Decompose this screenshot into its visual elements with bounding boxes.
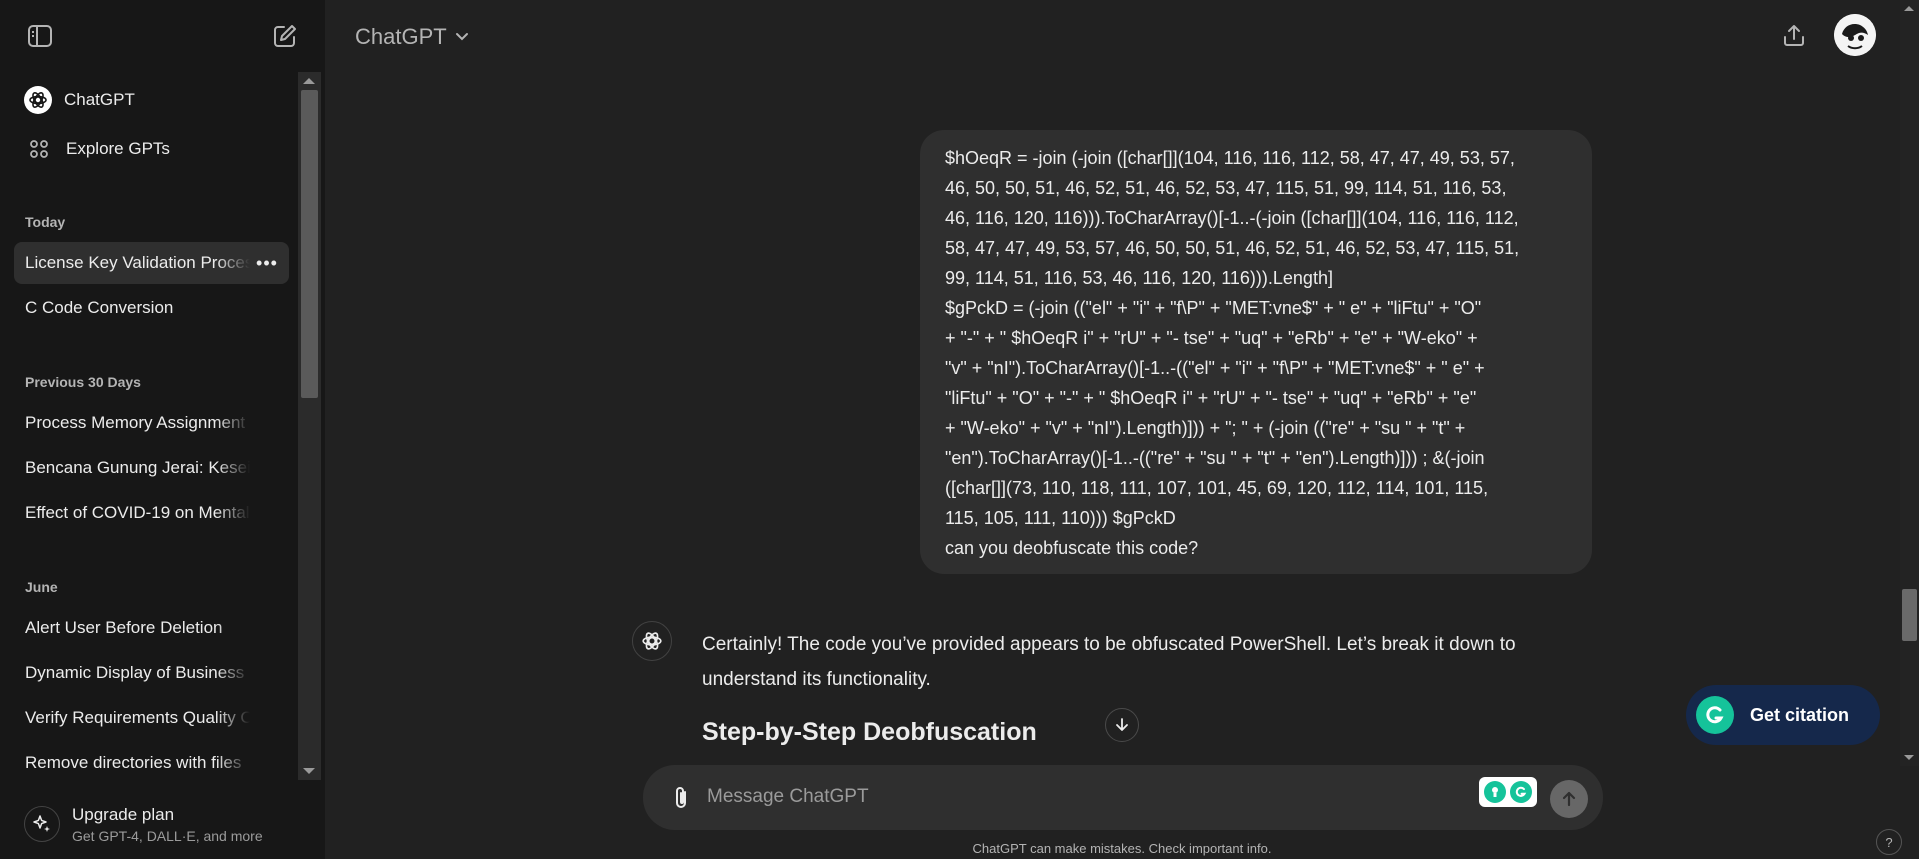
user-avatar-icon xyxy=(1834,14,1876,56)
chat-item-label: Dynamic Display of Business Card xyxy=(25,663,250,682)
scroll-up-arrow-icon[interactable] xyxy=(1904,6,1914,11)
chevron-down-icon xyxy=(455,33,468,41)
chat-item[interactable]: License Key Validation Process ••• xyxy=(14,242,289,284)
grammarly-widget[interactable] xyxy=(1479,777,1537,807)
message-input[interactable] xyxy=(707,779,1467,815)
scrollbar-thumb[interactable] xyxy=(1902,589,1917,641)
grid-icon xyxy=(24,134,54,164)
section-title-june: June xyxy=(25,579,58,595)
chat-item-label: Remove directories with files xyxy=(25,753,242,772)
sparkle-icon xyxy=(24,806,60,842)
model-selector[interactable]: ChatGPT xyxy=(345,20,479,54)
assistant-message-text: Certainly! The code you’ve provided appe… xyxy=(702,634,1516,690)
arrow-up-icon xyxy=(1562,791,1576,807)
send-button[interactable] xyxy=(1550,780,1588,818)
sidebar-item-label: Explore GPTs xyxy=(66,139,170,158)
sidebar-item-label: ChatGPT xyxy=(64,90,135,109)
disclaimer: ChatGPT can make mistakes. Check importa… xyxy=(972,841,1272,856)
more-options-icon[interactable]: ••• xyxy=(255,251,279,275)
share-icon xyxy=(1784,25,1804,46)
model-name: ChatGPT xyxy=(355,24,447,49)
chat-item[interactable]: Process Memory Assignment xyxy=(14,402,289,444)
scroll-down-arrow-icon[interactable] xyxy=(303,768,315,774)
paperclip-icon xyxy=(676,787,686,808)
scroll-up-arrow-icon[interactable] xyxy=(303,78,315,84)
toggle-sidebar-button[interactable] xyxy=(24,20,56,52)
chat-item[interactable]: Verify Requirements Quality Checklist xyxy=(14,697,289,739)
user-message: $hOeqR = -join (-join ([char[]](104, 116… xyxy=(920,130,1592,574)
section-title-today: Today xyxy=(25,214,66,230)
chat-item[interactable]: C Code Conversion xyxy=(14,287,289,329)
chat-item-label: Bencana Gunung Jerai: Keseimbangan xyxy=(25,458,250,477)
get-citation-label: Get citation xyxy=(1750,704,1850,725)
chat-item[interactable]: Effect of COVID-19 on Mental Health xyxy=(14,492,289,534)
chat-item-label: Alert User Before Deletion xyxy=(25,618,223,637)
chat-item[interactable]: Bencana Gunung Jerai: Keseimbangan xyxy=(14,447,289,489)
sidebar-toggle-icon xyxy=(28,25,52,47)
attach-button[interactable] xyxy=(665,782,697,814)
scroll-to-bottom-button[interactable] xyxy=(1105,708,1139,742)
scrollbar-thumb[interactable] xyxy=(301,90,318,398)
edit-icon xyxy=(274,25,296,47)
chat-item-label: Verify Requirements Quality Checklist xyxy=(25,708,250,727)
chat-item-label: License Key Validation Process xyxy=(25,253,250,272)
arrow-down-icon xyxy=(1116,718,1128,731)
sidebar-scrollbar[interactable] xyxy=(298,72,321,780)
assistant-avatar xyxy=(632,621,672,661)
new-chat-button[interactable] xyxy=(269,20,301,52)
chat-item[interactable]: Alert User Before Deletion xyxy=(14,607,289,649)
chatgpt-logo-icon xyxy=(24,86,52,114)
sidebar-list: ChatGPT Explore GPTs Today License Key V… xyxy=(0,72,300,780)
chat-item-label: C Code Conversion xyxy=(25,298,174,317)
help-button[interactable]: ? xyxy=(1876,829,1902,855)
sidebar-top xyxy=(0,0,325,70)
grammarly-logo-icon xyxy=(1696,696,1734,734)
sidebar-item-chatgpt[interactable]: ChatGPT xyxy=(14,78,289,122)
grammarly-assist-icon[interactable] xyxy=(1484,781,1506,803)
upgrade-title: Upgrade plan xyxy=(72,804,175,824)
page-scrollbar[interactable] xyxy=(1900,0,1919,766)
chat-item-label: Process Memory Assignment xyxy=(25,413,246,432)
chatgpt-logo-icon xyxy=(642,632,662,650)
chat-item-label: Effect of COVID-19 on Mental Health xyxy=(25,503,250,522)
sidebar: ChatGPT Explore GPTs Today License Key V… xyxy=(0,0,325,859)
section-title-previous-30-days: Previous 30 Days xyxy=(25,374,141,390)
chat-item[interactable]: Dynamic Display of Business Card xyxy=(14,652,289,694)
grammarly-logo-icon[interactable] xyxy=(1510,781,1532,803)
scroll-down-arrow-icon[interactable] xyxy=(1904,755,1914,760)
share-button[interactable] xyxy=(1776,18,1812,54)
assistant-heading: Step-by-Step Deobfuscation xyxy=(702,718,1037,746)
avatar[interactable] xyxy=(1834,14,1876,56)
chat-item[interactable]: Remove directories with files xyxy=(14,742,289,780)
get-citation-button[interactable]: Get citation xyxy=(1686,685,1880,745)
message-composer xyxy=(643,765,1603,830)
sidebar-item-explore-gpts[interactable]: Explore GPTs xyxy=(14,127,289,171)
